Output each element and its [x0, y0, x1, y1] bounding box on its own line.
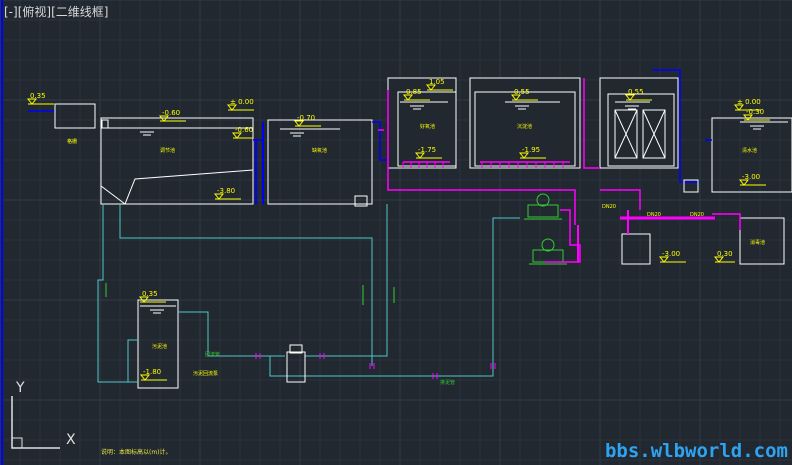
- return-pipe-1: [119, 204, 373, 366]
- filter-sludge: [583, 78, 600, 169]
- grit-top-elevation: -0.60: [162, 109, 180, 117]
- drawing-note: 说明：本图标高以(m)计。: [101, 449, 172, 456]
- settling-bottom-elevation: -1.95: [522, 146, 540, 154]
- disinfection-pipe: [712, 213, 741, 230]
- grit-side-elevation: -0.60: [235, 126, 253, 134]
- dn-b: DN20: [647, 212, 661, 218]
- box-side-elevation: 0.30: [717, 250, 733, 258]
- top-elevation-b: ± 0.00: [737, 98, 761, 106]
- inlet-box: [54, 103, 96, 129]
- clear-top-elevation: -0.30: [746, 108, 764, 116]
- clear-bottom-elevation: -3.00: [742, 173, 760, 181]
- aerobic-label: 好氧池: [420, 123, 435, 130]
- return-pipe-3: [127, 339, 138, 383]
- dn-c: DN20: [690, 212, 704, 218]
- settling-label: 沉淀池: [517, 123, 532, 130]
- cad-viewport[interactable]: 0.35 格栅 -0.60 ± 0.00 -0.60 -3.80 调节池 -0.70 缺氧池 1.…: [0, 0, 792, 465]
- inlet-elevation: 0.35: [30, 92, 46, 100]
- viewport-label: [-][俯视][二维线框]: [4, 3, 108, 20]
- grit-label: 调节池: [160, 147, 175, 154]
- filter-level-elevation: 0.55: [628, 88, 644, 96]
- clear-label: 清水池: [742, 147, 757, 154]
- inlet-box-label: 格栅: [67, 138, 77, 145]
- return-pipe-4: [178, 311, 285, 357]
- sludge-bottom-elevation: -1.80: [143, 368, 161, 376]
- anoxic-label: 缺氧池: [312, 147, 327, 154]
- ucs-x-axis-label: X: [66, 432, 76, 448]
- sludge-pump-label: 污泥回流泵: [193, 370, 218, 377]
- drawing-canvas[interactable]: 0.35 格栅 -0.60 ± 0.00 -0.60 -3.80 调节池 -0.70 缺氧池 1.…: [0, 0, 792, 465]
- settling-level-elevation: 0.55: [514, 88, 530, 96]
- aerobic-top-elevation: 1.05: [429, 78, 445, 86]
- visual-style-menu[interactable]: [二维线框]: [51, 5, 108, 19]
- pipe-b-label: 排泥管: [440, 379, 455, 386]
- aerobic-level-elevation: 0.85: [406, 88, 422, 96]
- sludge-pump: [286, 351, 306, 383]
- anoxic-top-elevation: -0.70: [297, 114, 315, 122]
- disinfection-label: 消毒池: [750, 239, 765, 246]
- well-bottom-elevation: -3.00: [662, 250, 680, 258]
- aerobic-bottom-elevation: -1.75: [418, 146, 436, 154]
- grit-corner-box: [101, 119, 109, 129]
- grit-bottom-elevation: -3.80: [217, 187, 235, 195]
- viewport-controls-menu[interactable]: [-]: [4, 5, 18, 19]
- sludge-top-elevation: 0.35: [142, 290, 158, 298]
- return-pipe-5: [269, 217, 520, 377]
- return-pipe-2: [97, 204, 138, 383]
- top-elevation-a: ± 0.00: [230, 98, 254, 106]
- pipe-a-label: 回流管: [205, 351, 220, 358]
- view-menu[interactable]: [俯视]: [18, 5, 51, 19]
- ucs-y-axis-label: Y: [16, 380, 25, 396]
- sludge-label: 污泥池: [152, 343, 167, 350]
- watermark: bbs.wlbworld.com: [604, 440, 788, 462]
- dn-a: DN20: [602, 204, 616, 210]
- pump-a-body: [527, 204, 559, 218]
- pump-b-motor: [541, 238, 555, 252]
- link-pipe-2: [372, 121, 388, 161]
